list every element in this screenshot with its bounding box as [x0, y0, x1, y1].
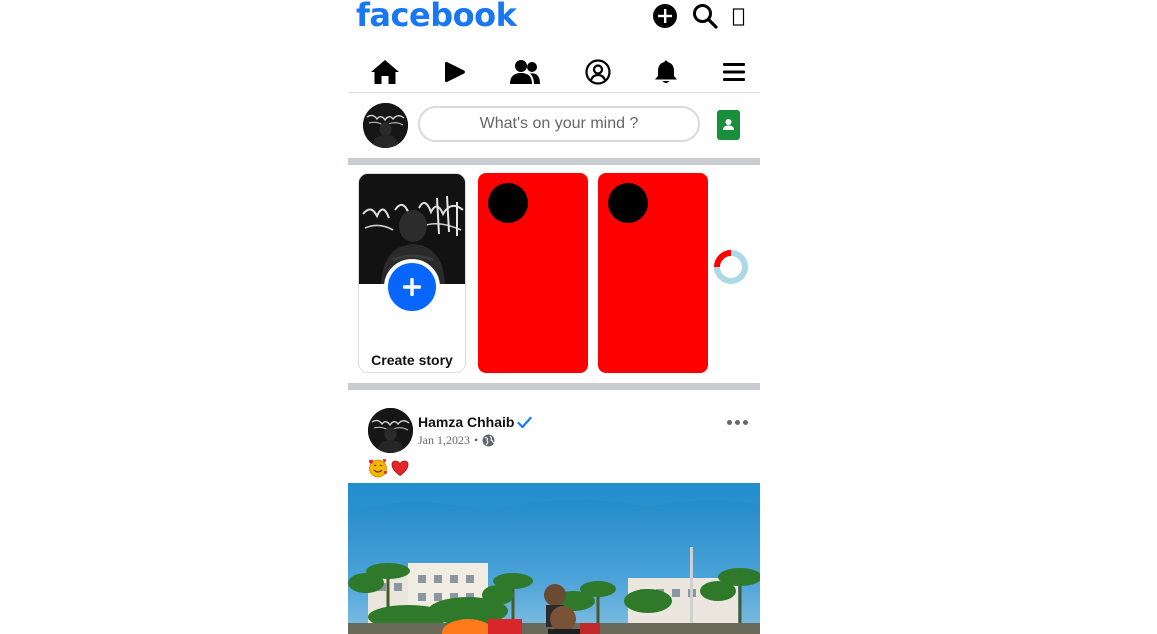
search-button[interactable]: [692, 3, 718, 29]
post-author[interactable]: Hamza Chhaib: [418, 414, 533, 430]
verified-icon: [517, 416, 533, 428]
tab-watch[interactable]: [444, 60, 466, 84]
friends-icon: [510, 60, 541, 84]
plus-circle-icon: [653, 4, 677, 28]
author-name-text: Hamza Chhaib: [418, 414, 515, 430]
feed-post: Hamza Chhaib Jan 1,2023 •: [348, 390, 760, 634]
bell-icon: [655, 60, 678, 83]
meta-separator: •: [474, 433, 479, 447]
section-divider: [348, 158, 760, 165]
create-story-label: Create story: [371, 352, 453, 368]
messenger-button[interactable]: [732, 5, 746, 27]
more-dot-icon: [743, 420, 748, 425]
user-avatar[interactable]: [363, 103, 408, 148]
loading-spinner-icon: [714, 250, 748, 284]
home-icon: [371, 60, 399, 84]
main-nav: [348, 52, 760, 93]
hamburger-icon: [722, 63, 745, 81]
more-dot-icon: [735, 420, 740, 425]
photo-icon: [723, 119, 734, 130]
user-circle-icon: [585, 59, 611, 85]
red-heart-emoji: [391, 460, 409, 476]
plus-icon: [403, 278, 421, 296]
play-icon: [444, 61, 465, 83]
facebook-logo[interactable]: facebook: [356, 0, 517, 34]
post-text: [368, 458, 410, 478]
create-button[interactable]: [652, 3, 678, 29]
whats-on-your-mind-input[interactable]: What's on your mind ?: [418, 106, 700, 142]
stories-tray: Create story: [348, 165, 760, 383]
story-avatar: [608, 183, 648, 223]
tab-profile[interactable]: [585, 59, 611, 85]
header-actions: [652, 3, 746, 29]
post-photo[interactable]: [348, 483, 760, 634]
post-options-button[interactable]: [727, 420, 748, 425]
post-date[interactable]: Jan 1,2023: [418, 433, 470, 448]
tab-notifications[interactable]: [654, 59, 678, 85]
globe-icon: [482, 434, 495, 447]
messenger-icon: [732, 8, 745, 26]
app-root: facebook What's on your mind ? Create st…: [348, 0, 760, 634]
post-header: Hamza Chhaib Jan 1,2023 •: [348, 390, 760, 465]
smiling-face-with-hearts-emoji: [369, 458, 387, 478]
composer: What's on your mind ?: [348, 94, 760, 158]
tab-friends[interactable]: [509, 59, 541, 85]
tab-home[interactable]: [370, 59, 400, 85]
photo-button[interactable]: [717, 110, 740, 140]
section-divider: [348, 383, 760, 390]
post-meta: Jan 1,2023 •: [418, 433, 495, 448]
story-card[interactable]: [478, 173, 588, 373]
story-avatar: [488, 183, 528, 223]
tab-menu[interactable]: [722, 61, 746, 83]
author-avatar[interactable]: [368, 408, 413, 453]
search-icon: [693, 4, 718, 29]
more-dot-icon: [727, 420, 732, 425]
add-story-button[interactable]: [384, 259, 440, 315]
create-story-card[interactable]: Create story: [358, 173, 466, 373]
story-card[interactable]: [598, 173, 708, 373]
